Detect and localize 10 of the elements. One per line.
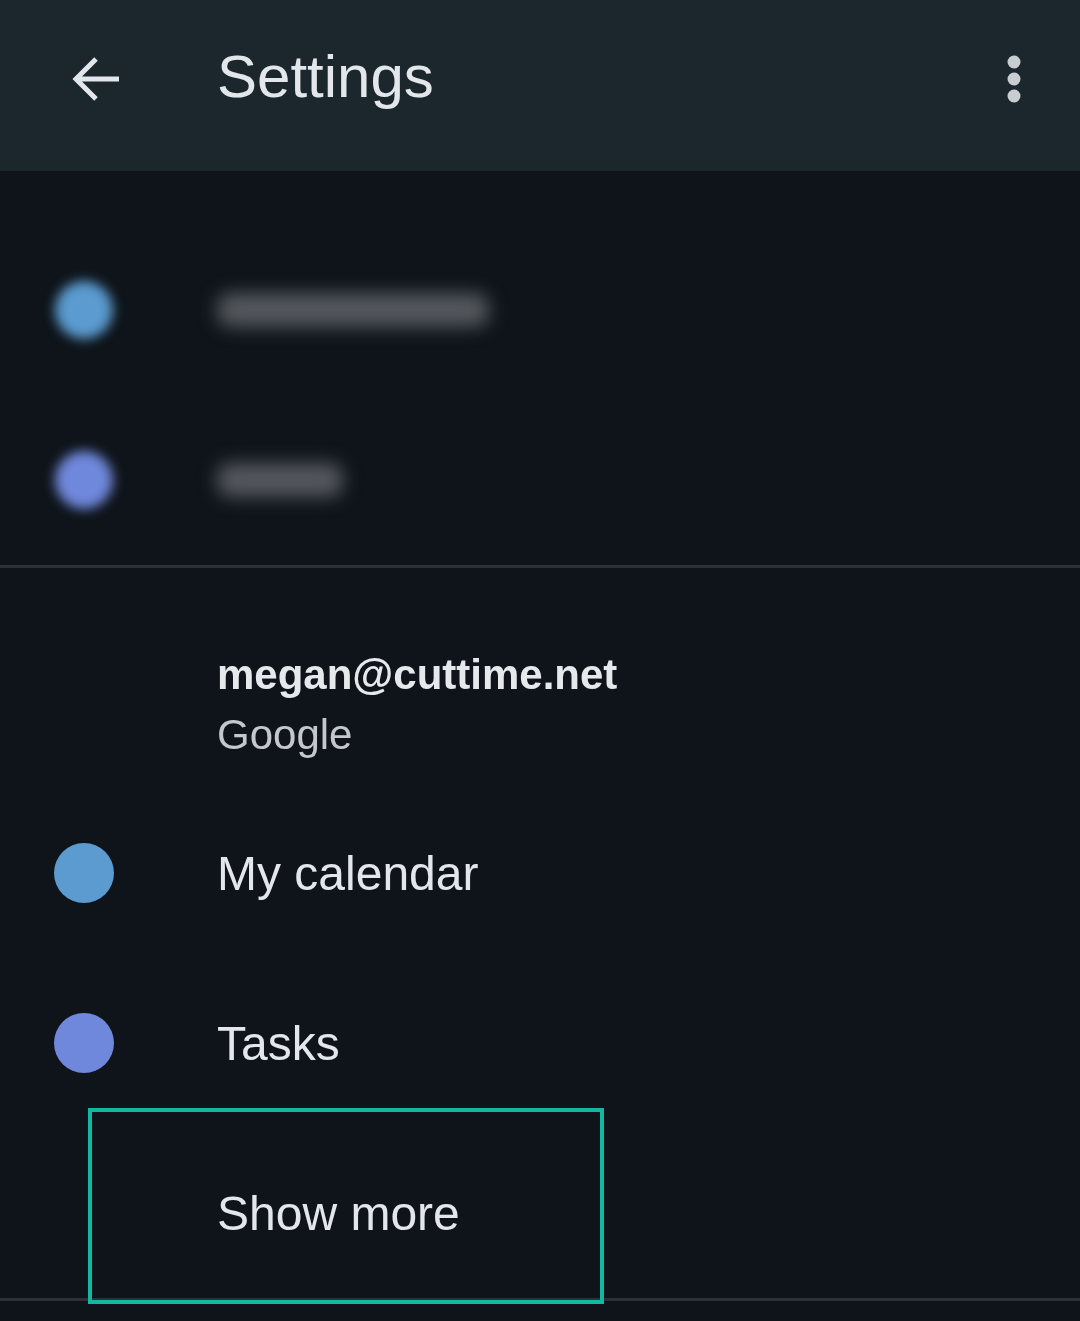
show-more-button[interactable]: Show more <box>217 1186 460 1242</box>
back-arrow-icon <box>72 55 120 102</box>
account-provider-text: Google <box>217 710 353 760</box>
more-options-button[interactable] <box>1007 54 1021 103</box>
calendar-name[interactable]: My calendar <box>217 846 479 902</box>
more-vertical-icon <box>1007 54 1021 103</box>
page-title: Settings <box>217 41 434 112</box>
back-button[interactable] <box>72 55 120 102</box>
calendar-name[interactable]: Tasks <box>217 1016 340 1072</box>
account-email: megan@cuttime.net <box>217 650 618 700</box>
